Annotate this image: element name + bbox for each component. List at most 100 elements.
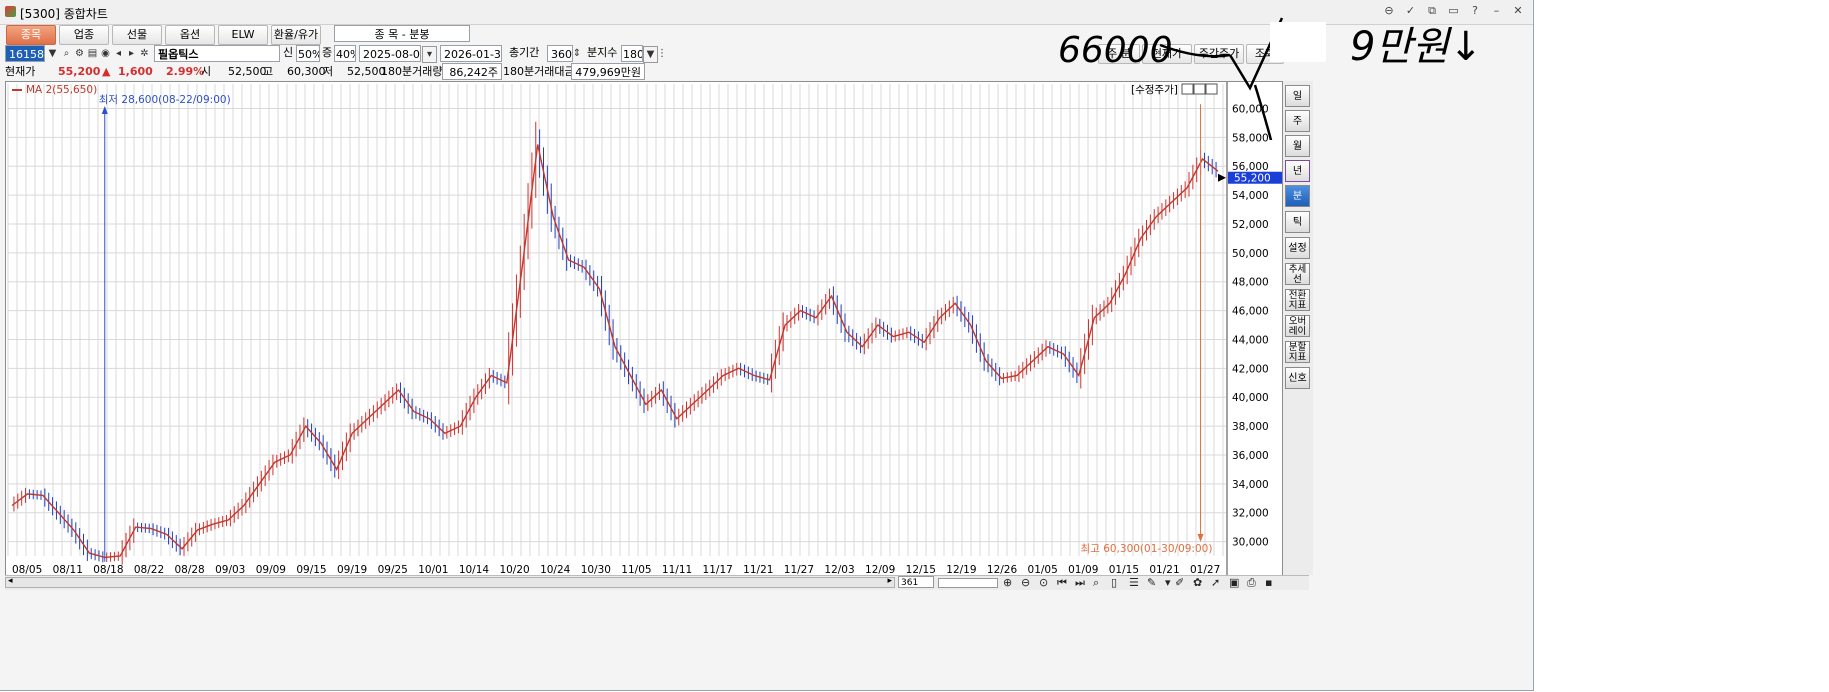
- y-tick-label: 56,000: [1232, 161, 1269, 173]
- chart-window: [5300] 종합차트 ⊖ ✓ ⧉ ▭ ? – ✕ 종목 업종 선물 옵션 EL…: [0, 0, 1534, 691]
- tab-options[interactable]: 옵션: [165, 25, 215, 45]
- pen-icon[interactable]: ✎: [1147, 576, 1156, 589]
- y-tick-label: 32,000: [1232, 508, 1269, 520]
- first-icon[interactable]: ⏮: [1057, 576, 1067, 589]
- tab-fx[interactable]: 환율/유가: [271, 25, 321, 45]
- marker-icon[interactable]: ✐: [1175, 576, 1184, 589]
- window-title: [5300] 종합차트: [20, 7, 108, 21]
- bottom-bar: ◂ ▸ 361 ⊕ ⊖ ⊙ ⏮ ⏭ ⌕ ▯ ☰ ✎ ▾ ✐ ✿ ➚ ▣ ⎙ ▪: [5, 575, 1309, 590]
- message-icon[interactable]: ▣: [1229, 576, 1239, 589]
- stock-code-input[interactable]: 161580: [5, 45, 45, 62]
- overlay-button[interactable]: 오버레이: [1285, 315, 1310, 337]
- volume-value: 86,242주: [442, 63, 502, 80]
- market-tabs: 종목 업종 선물 옵션 ELW 환율/유가 종 목 - 분봉: [0, 23, 1533, 45]
- weekly-button[interactable]: 주: [1285, 110, 1310, 132]
- list-icon[interactable]: ☰: [1129, 576, 1139, 589]
- help-icon[interactable]: ?: [1468, 4, 1482, 18]
- current-price-button[interactable]: 현재가: [1142, 44, 1192, 64]
- change-amount: 1,600: [118, 65, 153, 78]
- scroll-left-icon[interactable]: ◂: [8, 576, 13, 586]
- yearly-button[interactable]: 년: [1285, 160, 1310, 182]
- interval-dropdown-icon[interactable]: ▼: [643, 46, 658, 63]
- high-label: 고: [263, 65, 274, 78]
- high-annotation: 최고 60,300(01-30/09:00): [1081, 543, 1213, 555]
- zoom-value[interactable]: 361: [898, 576, 934, 588]
- period-label: 총기간: [509, 46, 540, 59]
- dropdown-icon[interactable]: ▼: [46, 46, 59, 61]
- zoom-in-icon[interactable]: ⊕: [1003, 576, 1012, 589]
- low-value: 52,500: [347, 65, 386, 78]
- date-picker-icon[interactable]: ▾: [422, 46, 437, 63]
- draw-dropdown-icon[interactable]: ▾: [1165, 576, 1171, 589]
- jeung-ratio-field[interactable]: 40%: [334, 45, 356, 62]
- tab-sector[interactable]: 업종: [59, 25, 109, 45]
- signal-button[interactable]: 신호: [1285, 367, 1310, 389]
- chart-option-icon-2: [1193, 83, 1206, 95]
- settings-button[interactable]: 설정: [1285, 237, 1310, 259]
- minimize-icon[interactable]: –: [1490, 4, 1504, 18]
- open-value: 52,500: [228, 65, 267, 78]
- find-icon[interactable]: ⌕: [1093, 576, 1099, 589]
- view-icon[interactable]: ◉: [99, 46, 112, 61]
- trendline-button[interactable]: 추세선: [1285, 263, 1310, 285]
- zoom-reset-icon[interactable]: ⊙: [1039, 576, 1048, 589]
- chart-svg[interactable]: 30,000 32,000 34,000 36,000 38,000 40,000 42,0…: [6, 82, 1282, 576]
- convert-indicator-button[interactable]: 전환지표: [1285, 289, 1310, 311]
- open-label: 시: [201, 65, 212, 78]
- daily-button[interactable]: 일: [1285, 85, 1310, 107]
- chart-icon[interactable]: ▯: [1111, 576, 1117, 589]
- ma-line: [11, 144, 1219, 559]
- palette-icon[interactable]: ✿: [1193, 576, 1202, 589]
- scroll-right-icon[interactable]: ▸: [887, 576, 892, 586]
- settings-icon[interactable]: ✲: [138, 46, 151, 61]
- tab-elw[interactable]: ELW: [218, 25, 268, 45]
- change-arrow: ▲: [102, 65, 111, 78]
- period-input[interactable]: 360: [547, 45, 573, 62]
- query-button[interactable]: 조회: [1246, 44, 1284, 64]
- gear-icon[interactable]: ⚙: [73, 46, 86, 61]
- link-icon[interactable]: ⊖: [1382, 4, 1396, 18]
- new-ratio-field[interactable]: 50%: [296, 45, 320, 62]
- prev-icon[interactable]: ◂: [112, 46, 125, 61]
- y-tick-label: 38,000: [1232, 421, 1269, 433]
- title-controls: ⊖ ✓ ⧉ ▭ ? – ✕: [1378, 4, 1525, 18]
- print-icon[interactable]: ⎙: [1247, 576, 1256, 589]
- price-chart[interactable]: 30,000 32,000 34,000 36,000 38,000 40,000 42,0…: [5, 81, 1283, 577]
- search-icon[interactable]: ⌕: [60, 46, 73, 61]
- monthly-button[interactable]: 월: [1285, 135, 1310, 157]
- split-indicator-button[interactable]: 분할지표: [1285, 341, 1310, 363]
- stock-name-field: 필옵틱스: [154, 45, 280, 62]
- y-tick-label: 52,000: [1232, 219, 1269, 231]
- save-icon[interactable]: ▤: [86, 46, 99, 61]
- arrow-tool-icon[interactable]: ➚: [1211, 576, 1220, 589]
- high-value: 60,300: [287, 65, 326, 78]
- tick-button[interactable]: 틱: [1285, 211, 1310, 233]
- minute-button[interactable]: 분: [1285, 185, 1310, 207]
- last-icon[interactable]: ⏭: [1075, 576, 1085, 589]
- period-stepper-icon[interactable]: ⇕: [572, 46, 582, 61]
- high-arrow-head: [1197, 534, 1204, 542]
- start-date-input[interactable]: 2025-08-04: [359, 45, 421, 62]
- trade-value-label: 180분거래대금: [503, 65, 575, 78]
- copy-icon[interactable]: ⧉: [1425, 4, 1439, 18]
- next-icon[interactable]: ▸: [125, 46, 138, 61]
- zoom-out-icon[interactable]: ⊖: [1021, 576, 1030, 589]
- current-price: 55,200: [58, 65, 101, 78]
- zoom-slider[interactable]: [938, 578, 998, 588]
- tab-stock[interactable]: 종목: [6, 25, 56, 45]
- adjusted-price-button[interactable]: 주간주가: [1194, 44, 1244, 64]
- app-icon: [5, 6, 16, 17]
- tab-futures[interactable]: 선물: [112, 25, 162, 45]
- close-icon[interactable]: ✕: [1511, 4, 1525, 18]
- interval-input[interactable]: 180: [621, 45, 643, 62]
- y-tick-label: 30,000: [1232, 537, 1269, 549]
- y-tick-label: 36,000: [1232, 450, 1269, 462]
- check-icon[interactable]: ✓: [1404, 4, 1418, 18]
- horizontal-scrollbar[interactable]: ◂ ▸: [5, 576, 895, 588]
- pin-icon[interactable]: ▭: [1447, 4, 1461, 18]
- end-date-input[interactable]: 2026-01-31: [440, 45, 502, 62]
- jeung-label: 증: [322, 46, 333, 59]
- disk-icon[interactable]: ▪: [1265, 576, 1272, 589]
- y-tick-label: 48,000: [1232, 277, 1269, 289]
- week-minute-button[interactable]: 주 분: [1098, 44, 1140, 64]
